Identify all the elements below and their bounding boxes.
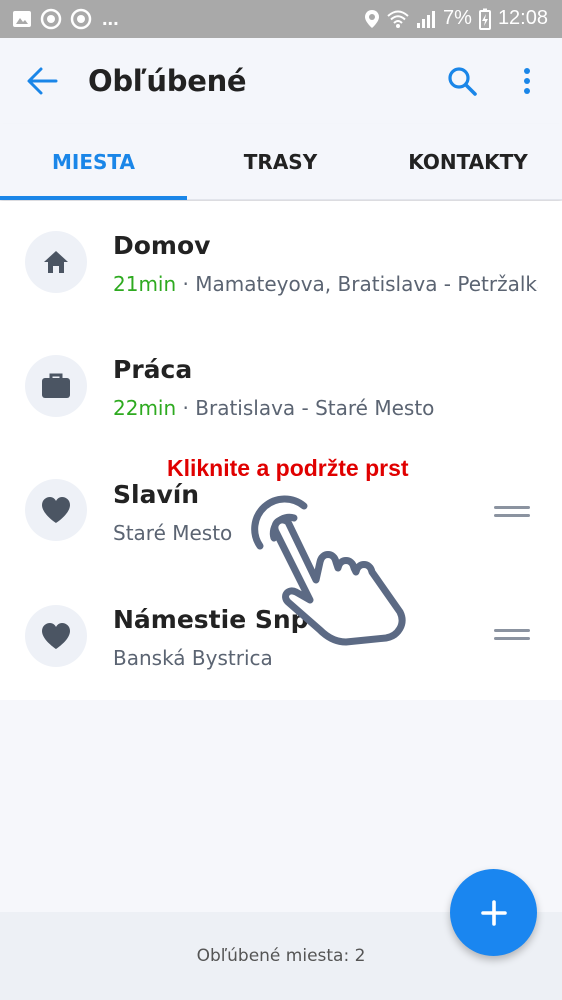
clock: 12:08: [497, 7, 548, 29]
tap-and-hold-hint: Kliknite a podržte prst: [167, 455, 409, 481]
place-details: 21min · Mamateyova, Bratislava - Petržal…: [113, 272, 538, 296]
more-vertical-icon: [524, 68, 530, 94]
add-favorite-button[interactable]: [450, 869, 537, 956]
arrow-left-icon: [27, 67, 58, 95]
battery-percent: 7%: [443, 7, 472, 29]
place-name: Slavín: [113, 480, 200, 509]
signal-icon: [417, 10, 436, 28]
heart-icon-container: [25, 605, 87, 667]
drag-handle-icon[interactable]: [494, 629, 530, 643]
app-bar: Obľúbené: [0, 38, 562, 124]
heart-icon: [42, 497, 70, 523]
place-details: 22min · Bratislava - Staré Mesto: [113, 396, 538, 420]
image-notification-icon: [13, 11, 31, 27]
search-icon: [448, 67, 477, 96]
heart-icon: [42, 623, 70, 649]
separator: ·: [176, 272, 196, 296]
status-bar: ... 7% 12:08: [0, 0, 562, 38]
separator: ·: [176, 396, 196, 420]
location-icon: [365, 9, 380, 28]
page-title: Obľúbené: [88, 64, 247, 98]
home-icon-container: [25, 231, 87, 293]
more-options-button[interactable]: [514, 63, 540, 99]
tab-miesta[interactable]: MIESTA: [0, 124, 187, 200]
system-icons: 7% 12:08: [364, 7, 548, 30]
travel-time: 21min: [113, 272, 177, 296]
home-icon: [44, 251, 68, 273]
heart-icon-container: [25, 479, 87, 541]
place-name: Domov: [113, 231, 211, 260]
tab-bar: MIESTA TRASY KONTAKTY: [0, 124, 562, 200]
tap-hand-icon: [251, 495, 406, 646]
place-name: Práca: [113, 355, 193, 384]
list-item-domov[interactable]: Domov 21min · Mamateyova, Bratislava - P…: [0, 201, 562, 325]
active-tab-indicator: [0, 196, 187, 200]
tab-trasy[interactable]: TRASY: [187, 124, 374, 200]
drag-handle-icon[interactable]: [494, 506, 530, 520]
notification-icons: ...: [12, 8, 119, 30]
briefcase-icon-container: [25, 355, 87, 417]
list-item-praca[interactable]: Práca 22min · Bratislava - Staré Mesto: [0, 325, 562, 449]
briefcase-icon: [42, 373, 70, 398]
travel-time: 22min: [113, 396, 177, 420]
wifi-icon: [387, 10, 409, 28]
favorites-count: Obľúbené miesta: 2: [196, 946, 366, 966]
battery-charging-icon: [478, 8, 491, 30]
sync-notification-icon-2: [70, 8, 92, 30]
search-button[interactable]: [444, 63, 480, 99]
more-notifications: ...: [102, 8, 119, 30]
place-address: Mamateyova, Bratislava - Petržalka: [195, 272, 538, 296]
tab-kontakty[interactable]: KONTAKTY: [374, 124, 562, 200]
back-button[interactable]: [24, 64, 64, 98]
place-address: Bratislava - Staré Mesto: [195, 396, 435, 420]
plus-icon: [480, 899, 507, 926]
sync-notification-icon: [40, 8, 62, 30]
